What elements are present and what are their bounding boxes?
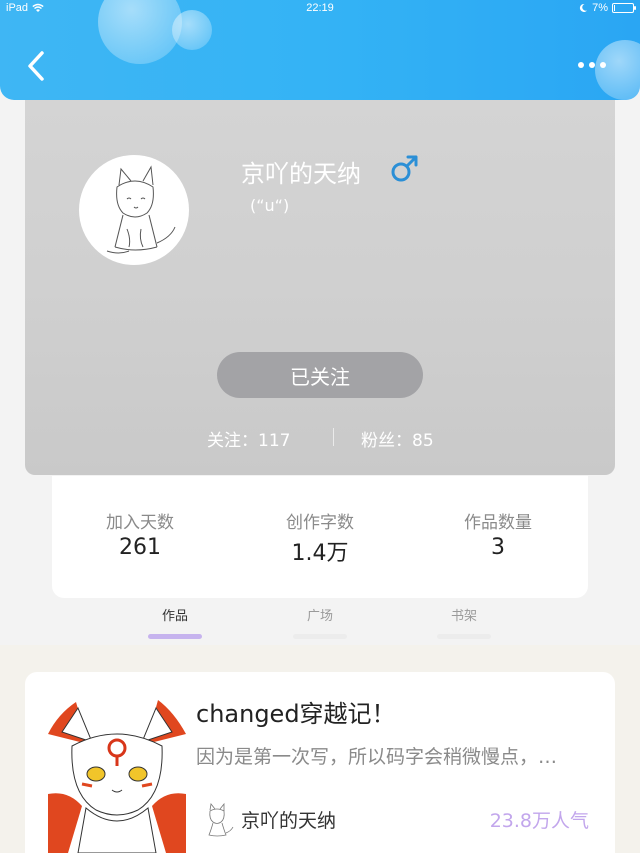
work-cover[interactable] (48, 694, 186, 853)
chevron-left-icon (28, 51, 44, 81)
stat-value: 3 (491, 535, 505, 560)
status-bar: iPad 22:19 7% (0, 0, 640, 18)
follow-counts: 关注：117 粉丝：85 (25, 426, 615, 451)
avatar[interactable] (79, 155, 189, 265)
stat-value: 261 (119, 535, 161, 560)
avatar-sketch-icon (106, 165, 176, 254)
tab-works[interactable]: 作品 (130, 605, 220, 639)
battery-icon (612, 3, 636, 13)
stat-join-days: 加入天数 261 (60, 508, 220, 560)
top-header: iPad 22:19 7% (0, 0, 640, 100)
stat-value: 1.4万 (291, 541, 349, 566)
stat-label: 作品数量 (464, 513, 532, 533)
stat-word-count: 创作字数 1.4万 (240, 508, 400, 567)
tab-label: 作品 (161, 609, 188, 624)
popularity-count: 23.8万人气 (489, 810, 589, 832)
tab-bar: 作品 广场 书架 (0, 600, 640, 644)
stat-label: 加入天数 (106, 513, 174, 533)
more-button[interactable] (578, 58, 612, 72)
stat-label: 创作字数 (286, 513, 354, 533)
back-button[interactable] (22, 48, 52, 84)
stats-card: 加入天数 261 创作字数 1.4万 作品数量 3 (52, 476, 588, 598)
tab-bookshelf[interactable]: 书架 (419, 605, 509, 639)
followed-button[interactable]: 已关注 (217, 352, 423, 398)
work-title: changed穿越记！ (196, 700, 396, 728)
tab-indicator (293, 634, 347, 639)
tab-indicator (148, 634, 202, 639)
status-time: 22:19 (306, 2, 334, 14)
counts-divider (333, 428, 334, 446)
male-gender-icon (391, 155, 418, 182)
tab-indicator (437, 634, 491, 639)
author-name: 京吖的天纳 (241, 810, 337, 832)
following-count[interactable]: 关注：117 (207, 426, 290, 451)
tab-label: 广场 (306, 609, 333, 624)
signature: (“u“) (250, 196, 290, 215)
author-sketch-icon (208, 802, 234, 837)
battery-percent: 7% (592, 2, 608, 14)
fans-count[interactable]: 粉丝：85 (361, 426, 434, 451)
tab-label: 书架 (450, 609, 477, 624)
more-dots-icon (578, 62, 584, 68)
nickname: 京吖的天纳 (241, 160, 361, 188)
profile-card: 京吖的天纳 (“u“) 已关注 关注：117 粉丝：85 (25, 90, 615, 475)
stat-works-count: 作品数量 3 (418, 508, 578, 560)
moon-icon (580, 3, 588, 12)
tab-square[interactable]: 广场 (275, 605, 365, 639)
author-avatar (198, 800, 236, 838)
work-description: 因为是第一次写，所以码字会稍微慢点，… (196, 746, 558, 768)
cover-character-icon (48, 700, 186, 853)
work-card[interactable]: changed穿越记！ 因为是第一次写，所以码字会稍微慢点，… 京吖的天纳 23… (25, 672, 615, 853)
